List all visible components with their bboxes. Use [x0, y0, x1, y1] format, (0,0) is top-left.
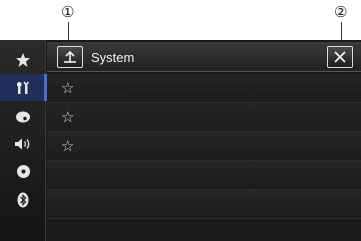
- sidebar-item-disc[interactable]: [0, 158, 46, 185]
- bluetooth-icon: [17, 192, 29, 207]
- speaker-audio-icon: [15, 138, 30, 149]
- callout-2: ②: [334, 3, 348, 21]
- sidebar-item-favorites[interactable]: [0, 46, 46, 73]
- list-item[interactable]: ☆: [47, 132, 361, 161]
- device-screen: System ☆ ☆ ☆: [0, 40, 361, 241]
- sidebar-item-theme[interactable]: [0, 103, 46, 130]
- list-item[interactable]: ☆: [47, 74, 361, 103]
- list-item[interactable]: [47, 190, 361, 219]
- sidebar: [0, 40, 47, 241]
- callout-1: ①: [61, 3, 75, 21]
- list-item[interactable]: [47, 161, 361, 190]
- close-button[interactable]: [327, 46, 353, 68]
- favorite-star-icon[interactable]: ☆: [61, 109, 74, 125]
- sidebar-item-bluetooth[interactable]: [0, 186, 46, 213]
- page-title: System: [91, 50, 135, 65]
- back-arrow-icon: [64, 50, 76, 63]
- favorite-star-icon[interactable]: ☆: [61, 138, 74, 154]
- header-bar: System: [47, 42, 361, 72]
- favorite-star-icon[interactable]: ☆: [61, 80, 74, 96]
- settings-tools-icon: [17, 81, 30, 94]
- disc-icon: [16, 165, 30, 178]
- sidebar-item-audio[interactable]: [0, 130, 46, 157]
- close-icon: [334, 51, 346, 63]
- back-button[interactable]: [57, 46, 83, 68]
- main-panel: System ☆ ☆ ☆: [47, 40, 361, 241]
- theme-palette-icon: [16, 111, 30, 122]
- star-icon: [16, 52, 30, 67]
- list-item[interactable]: ☆: [47, 103, 361, 132]
- sidebar-item-settings[interactable]: [0, 74, 47, 101]
